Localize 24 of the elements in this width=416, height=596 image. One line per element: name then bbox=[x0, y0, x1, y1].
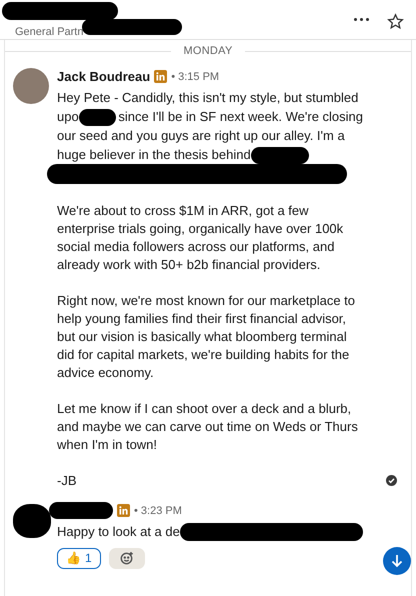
message-text: Right now, we're most known for our marketplace to help young families find their first financial advisor, but our vision is basically what bloomberg terminal did for capital markets, we're building habits for the advice economy. bbox=[57, 292, 356, 382]
message-text: our seed and you guys are right up our alley. I'm a bbox=[57, 127, 345, 145]
message-text: -JB bbox=[57, 472, 78, 490]
add-reaction-button[interactable] bbox=[108, 548, 145, 568]
message-text: upo bbox=[57, 108, 79, 126]
star-icon[interactable] bbox=[387, 13, 404, 30]
message-text: huge believer in the thesis behind bbox=[57, 146, 251, 164]
scroll-down-button[interactable] bbox=[383, 547, 411, 575]
message-time: • 3:15 PM bbox=[171, 70, 220, 84]
linkedin-icon bbox=[117, 504, 130, 517]
message-text: We're about to cross $1M in ARR, got a few enterprise trials going, organically have over 100k social media followers across our platforms, and already work with 50+ b2b financial providers. bbox=[57, 202, 344, 274]
emoji-icon bbox=[120, 551, 134, 565]
redaction-mark bbox=[78, 108, 116, 126]
message-text: since I'll be in SF next week. We're closing bbox=[118, 108, 363, 126]
header-subtitle: General Partn bbox=[15, 25, 84, 40]
sender-name[interactable]: Jack Boudreau bbox=[57, 68, 150, 86]
day-divider: MONDAY bbox=[183, 44, 233, 59]
linkedin-icon bbox=[154, 70, 168, 83]
reaction-pill[interactable]: 👍 1 bbox=[57, 548, 101, 568]
message-text: Let me know if I can shoot over a deck and a blurb, and maybe we can carve out time on Weds or Thurs when I'm in town! bbox=[57, 400, 359, 454]
message-text: Happy to look at a de bbox=[57, 523, 180, 541]
message-time: • 3:23 PM bbox=[134, 504, 182, 518]
arrow-down-icon bbox=[391, 554, 403, 568]
message-text: Hey Pete - Candidly, this isn't my style, but stumbled bbox=[57, 89, 358, 107]
